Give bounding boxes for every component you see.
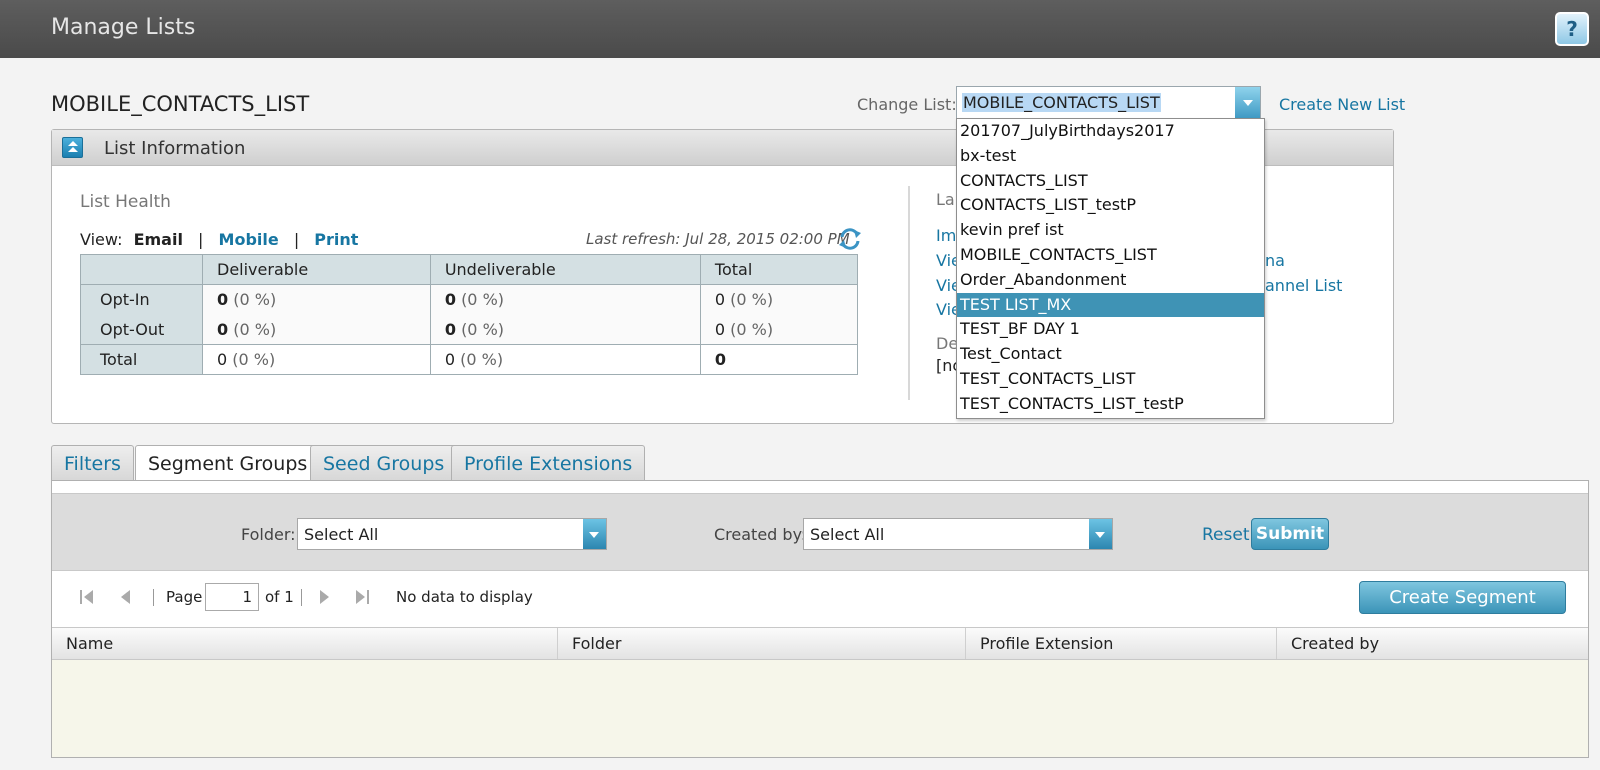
first-page-icon[interactable] — [79, 589, 95, 605]
created-by-select[interactable]: Select All — [803, 518, 1113, 550]
create-new-list-link[interactable]: Create New List — [1279, 95, 1405, 114]
list-option[interactable]: CONTACTS_LIST — [957, 169, 1264, 194]
separator: | — [293, 230, 300, 249]
right-section-heading: La — [936, 190, 955, 209]
page-label: Page — [166, 588, 203, 606]
submit-button[interactable]: Submit — [1251, 518, 1329, 550]
col-total: Total — [699, 254, 859, 285]
col-deliverable: Deliverable — [202, 254, 431, 285]
table-row: Total 0 (0 %) 0 (0 %) 0 — [80, 344, 859, 375]
refresh-icon[interactable] — [838, 228, 862, 250]
separator: | — [198, 230, 204, 249]
last-refresh-text: Last refresh: Jul 28, 2015 02:00 PM — [586, 230, 850, 248]
cell: 0 (0 %) — [700, 314, 859, 345]
next-page-icon[interactable] — [316, 589, 332, 605]
cell: 0 (0 %) — [202, 284, 431, 315]
grid-header: Name Folder Profile Extension Created by — [52, 627, 1588, 660]
page-count: of 1 — [265, 588, 294, 606]
change-list-select[interactable]: MOBILE_CONTACTS_LIST — [956, 86, 1261, 119]
pager-separator — [153, 589, 154, 606]
pager-separator — [301, 589, 302, 606]
list-option[interactable]: Test_Contact — [957, 342, 1264, 367]
table-row: Opt-Out 0 (0 %) 0 (0 %) 0 (0 %) — [80, 314, 859, 345]
row-label: Opt-In — [80, 284, 203, 315]
view-mobile-link[interactable]: Mobile — [219, 230, 279, 249]
list-option[interactable]: bx-test — [957, 144, 1264, 169]
collapse-icon[interactable] — [62, 137, 83, 158]
description-label: De — [936, 334, 959, 353]
view-label: View: — [80, 230, 123, 249]
segment-groups-panel: Folder: Select All Created by: Select Al… — [51, 480, 1589, 758]
change-list-value[interactable]: MOBILE_CONTACTS_LIST — [962, 93, 1161, 112]
list-option[interactable]: CONTACTS_LIST_testP — [957, 193, 1264, 218]
right-link-view-1-tail[interactable]: na — [1265, 251, 1285, 270]
created-by-select-value[interactable]: Select All — [810, 525, 884, 544]
list-health-title: List Health — [80, 192, 171, 212]
cell: 0 — [700, 344, 859, 375]
list-option-highlighted[interactable]: TEST LIST_MX — [957, 292, 1264, 318]
chevron-down-icon[interactable] — [1089, 519, 1112, 549]
cell: 0 (0 %) — [202, 344, 431, 375]
reset-link[interactable]: Reset — [1202, 525, 1250, 545]
column-profile-extension[interactable]: Profile Extension — [966, 628, 1277, 659]
filter-bar: Folder: Select All Created by: Select Al… — [52, 493, 1588, 571]
pager: Page 1 of 1 No data to display Create Se… — [52, 571, 1588, 639]
column-name[interactable]: Name — [52, 628, 558, 659]
list-option[interactable]: 201707_JulyBirthdays2017 — [957, 119, 1264, 144]
panel-title: List Information — [104, 138, 246, 159]
last-page-icon[interactable] — [354, 589, 370, 605]
list-option[interactable]: TEST_BF DAY 1 — [957, 317, 1264, 342]
previous-page-icon[interactable] — [118, 589, 134, 605]
list-option[interactable]: Order_Abandonment — [957, 268, 1264, 293]
view-print-link[interactable]: Print — [314, 230, 358, 249]
folder-select-value[interactable]: Select All — [304, 525, 378, 544]
row-label: Total — [80, 344, 203, 375]
cell: 0 (0 %) — [430, 344, 701, 375]
change-list-dropdown[interactable]: 201707_JulyBirthdays2017 bx-test CONTACT… — [956, 118, 1265, 419]
app-header: Manage Lists ? — [0, 0, 1600, 58]
help-button[interactable]: ? — [1555, 12, 1589, 46]
cell: 0 (0 %) — [202, 314, 431, 345]
right-link-import[interactable]: Im — [936, 226, 956, 245]
tab-filters[interactable]: Filters — [51, 445, 134, 481]
view-email-current: Email — [133, 230, 183, 249]
page-title: Manage Lists — [51, 15, 196, 40]
cell: 0 (0 %) — [700, 284, 859, 315]
table-row: Opt-In 0 (0 %) 0 (0 %) 0 (0 %) — [80, 284, 859, 315]
tab-seed-groups[interactable]: Seed Groups — [310, 445, 458, 481]
column-created-by[interactable]: Created by — [1277, 628, 1588, 659]
view-switcher: View: Email | Mobile | Print — [80, 230, 358, 249]
divider — [908, 186, 910, 400]
tab-profile-extensions[interactable]: Profile Extensions — [451, 445, 646, 481]
page-number-input[interactable]: 1 — [205, 583, 259, 611]
list-option[interactable]: kevin pref ist — [957, 218, 1264, 243]
empty-state-text: No data to display — [396, 588, 533, 606]
tab-segment-groups[interactable]: Segment Groups — [135, 445, 321, 482]
folder-select[interactable]: Select All — [297, 518, 607, 550]
grid-body-empty — [52, 660, 1588, 757]
chevron-down-icon[interactable] — [1235, 87, 1260, 118]
chevron-down-icon[interactable] — [583, 519, 606, 549]
col-undeliverable: Undeliverable — [429, 254, 701, 285]
cell: 0 (0 %) — [430, 314, 701, 345]
cell: 0 (0 %) — [430, 284, 701, 315]
list-name-heading: MOBILE_CONTACTS_LIST — [51, 92, 310, 116]
column-folder[interactable]: Folder — [558, 628, 966, 659]
row-label: Opt-Out — [80, 314, 203, 345]
created-by-label: Created by: — [714, 525, 807, 544]
header-empty — [80, 254, 203, 285]
list-health-table: Deliverable Undeliverable Total Opt-In 0… — [80, 254, 859, 375]
list-option[interactable]: TEST_CONTACTS_LIST — [957, 367, 1264, 392]
folder-label: Folder: — [241, 525, 296, 544]
create-segment-group-button[interactable]: Create Segment Group — [1359, 581, 1566, 639]
list-option[interactable]: MOBILE_CONTACTS_LIST — [957, 243, 1264, 268]
change-list-label: Change List: — [857, 95, 957, 114]
list-option[interactable]: TEST_CONTACTS_LIST_testP — [957, 392, 1264, 417]
right-link-view-2-tail[interactable]: annel List — [1265, 276, 1342, 295]
